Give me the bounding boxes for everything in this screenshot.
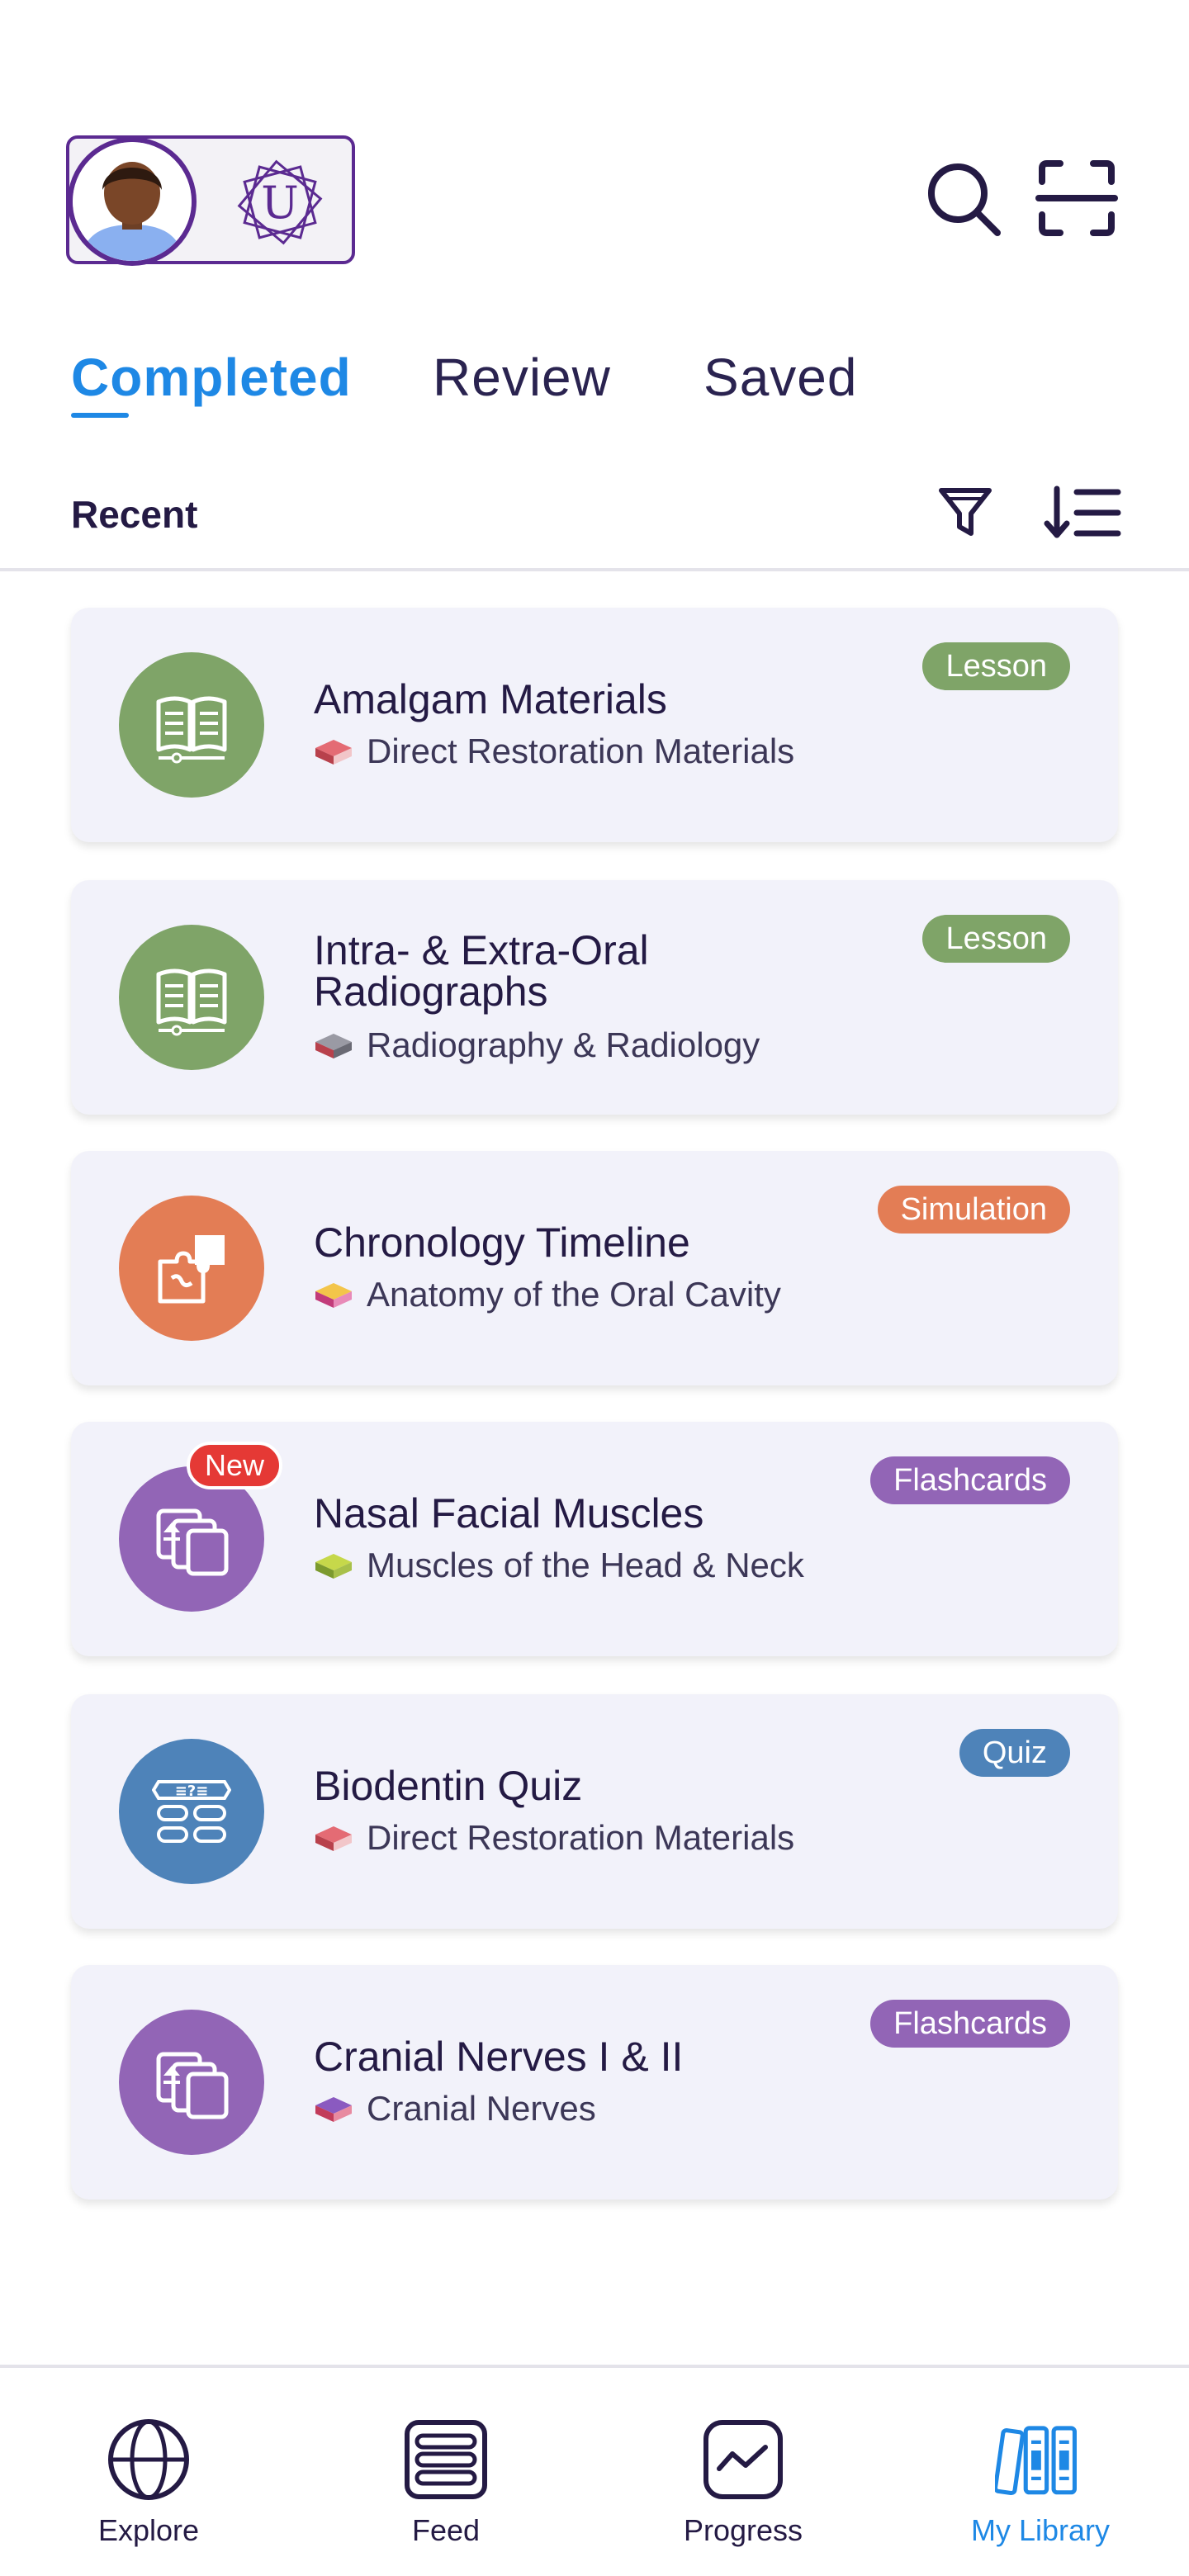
globe-icon	[108, 2419, 189, 2500]
type-badge: Quiz	[959, 1729, 1070, 1777]
feed-icon	[405, 2420, 487, 2499]
svg-text:U: U	[261, 177, 299, 229]
card-subtitle: Direct Restoration Materials	[314, 1818, 794, 1858]
sort-icon[interactable]	[1044, 484, 1123, 542]
card-title: Chronology Timeline	[314, 1219, 690, 1266]
list-item[interactable]: Cranial Nerves I & II Cranial Nerves Fla…	[71, 1965, 1118, 2200]
card-subtitle: Muscles of the Head & Neck	[314, 1546, 804, 1585]
profile-u-logo: U	[237, 159, 323, 245]
book-stack-icon	[315, 1826, 352, 1851]
list-item[interactable]: Amalgam Materials Direct Restoration Mat…	[71, 608, 1118, 842]
card-subtitle: Anatomy of the Oral Cavity	[314, 1275, 781, 1314]
card-subtitle: Cranial Nerves	[314, 2089, 596, 2129]
tab-completed[interactable]: Completed	[71, 347, 352, 408]
list-item[interactable]: New Nasal Facial Muscles Muscles of the …	[71, 1422, 1118, 1656]
type-badge: Lesson	[922, 915, 1070, 963]
card-subtitle: Radiography & Radiology	[314, 1025, 760, 1065]
svg-text:≡?≡: ≡?≡	[175, 1783, 209, 1800]
card-subtitle: Direct Restoration Materials	[314, 732, 794, 771]
type-badge: Lesson	[922, 642, 1070, 690]
book-stack-icon	[315, 2097, 352, 2122]
search-icon[interactable]	[921, 157, 1004, 239]
flashcards-type-icon	[119, 2010, 264, 2155]
type-badge: Simulation	[877, 1186, 1070, 1234]
list-item[interactable]: Chronology Timeline Anatomy of the Oral …	[71, 1151, 1118, 1385]
card-title: Nasal Facial Muscles	[314, 1490, 704, 1537]
card-title: Intra- & Extra-Oral Radiographs	[314, 927, 649, 1015]
book-stack-icon	[315, 740, 352, 765]
divider	[0, 568, 1189, 571]
lesson-type-icon	[119, 925, 264, 1070]
nav-explore[interactable]: Explore	[50, 2414, 248, 2548]
filter-icon[interactable]	[936, 484, 994, 542]
open-book-icon	[156, 696, 227, 764]
nav-my-library[interactable]: My Library	[941, 2414, 1139, 2548]
card-title: Cranial Nerves I & II	[314, 2034, 684, 2080]
bottom-nav: Explore Feed Progress My Library	[0, 2365, 1189, 2576]
flashcards-icon	[156, 2052, 229, 2119]
book-stack-icon	[315, 1283, 352, 1308]
quiz-icon: ≡?≡	[152, 1780, 231, 1843]
new-badge: New	[187, 1442, 283, 1489]
book-stack-icon	[315, 1554, 352, 1579]
progress-chart-icon	[703, 2420, 783, 2499]
card-title: Amalgam Materials	[314, 676, 667, 722]
nav-label: Progress	[683, 2513, 803, 2547]
type-badge: Flashcards	[870, 2000, 1070, 2048]
nav-feed[interactable]: Feed	[347, 2414, 545, 2548]
nav-label: Feed	[411, 2513, 481, 2547]
section-title: Recent	[71, 493, 198, 536]
flashcards-icon	[156, 1508, 229, 1576]
active-tab-indicator	[71, 413, 129, 418]
simulation-type-icon	[119, 1196, 264, 1341]
card-title: Biodentin Quiz	[314, 1763, 583, 1809]
nav-label: Explore	[97, 2513, 200, 2547]
lesson-type-icon	[119, 652, 264, 798]
open-book-icon	[156, 968, 227, 1036]
list-item[interactable]: ≡?≡ Biodentin Quiz Direct Restoration Ma…	[71, 1694, 1118, 1929]
tab-review[interactable]: Review	[433, 347, 611, 408]
nav-label: My Library	[970, 2513, 1111, 2547]
scan-icon[interactable]	[1035, 157, 1118, 239]
library-icon	[995, 2426, 1077, 2496]
book-stack-icon	[315, 1034, 352, 1058]
tab-saved[interactable]: Saved	[703, 347, 857, 408]
profile-switcher[interactable]: U	[66, 135, 355, 266]
avatar[interactable]	[68, 137, 197, 266]
puzzle-icon	[158, 1235, 225, 1304]
type-badge: Flashcards	[870, 1456, 1070, 1504]
nav-progress[interactable]: Progress	[644, 2414, 842, 2548]
quiz-type-icon: ≡?≡	[119, 1739, 264, 1884]
list-item[interactable]: Intra- & Extra-Oral Radiographs Radiogra…	[71, 880, 1118, 1115]
